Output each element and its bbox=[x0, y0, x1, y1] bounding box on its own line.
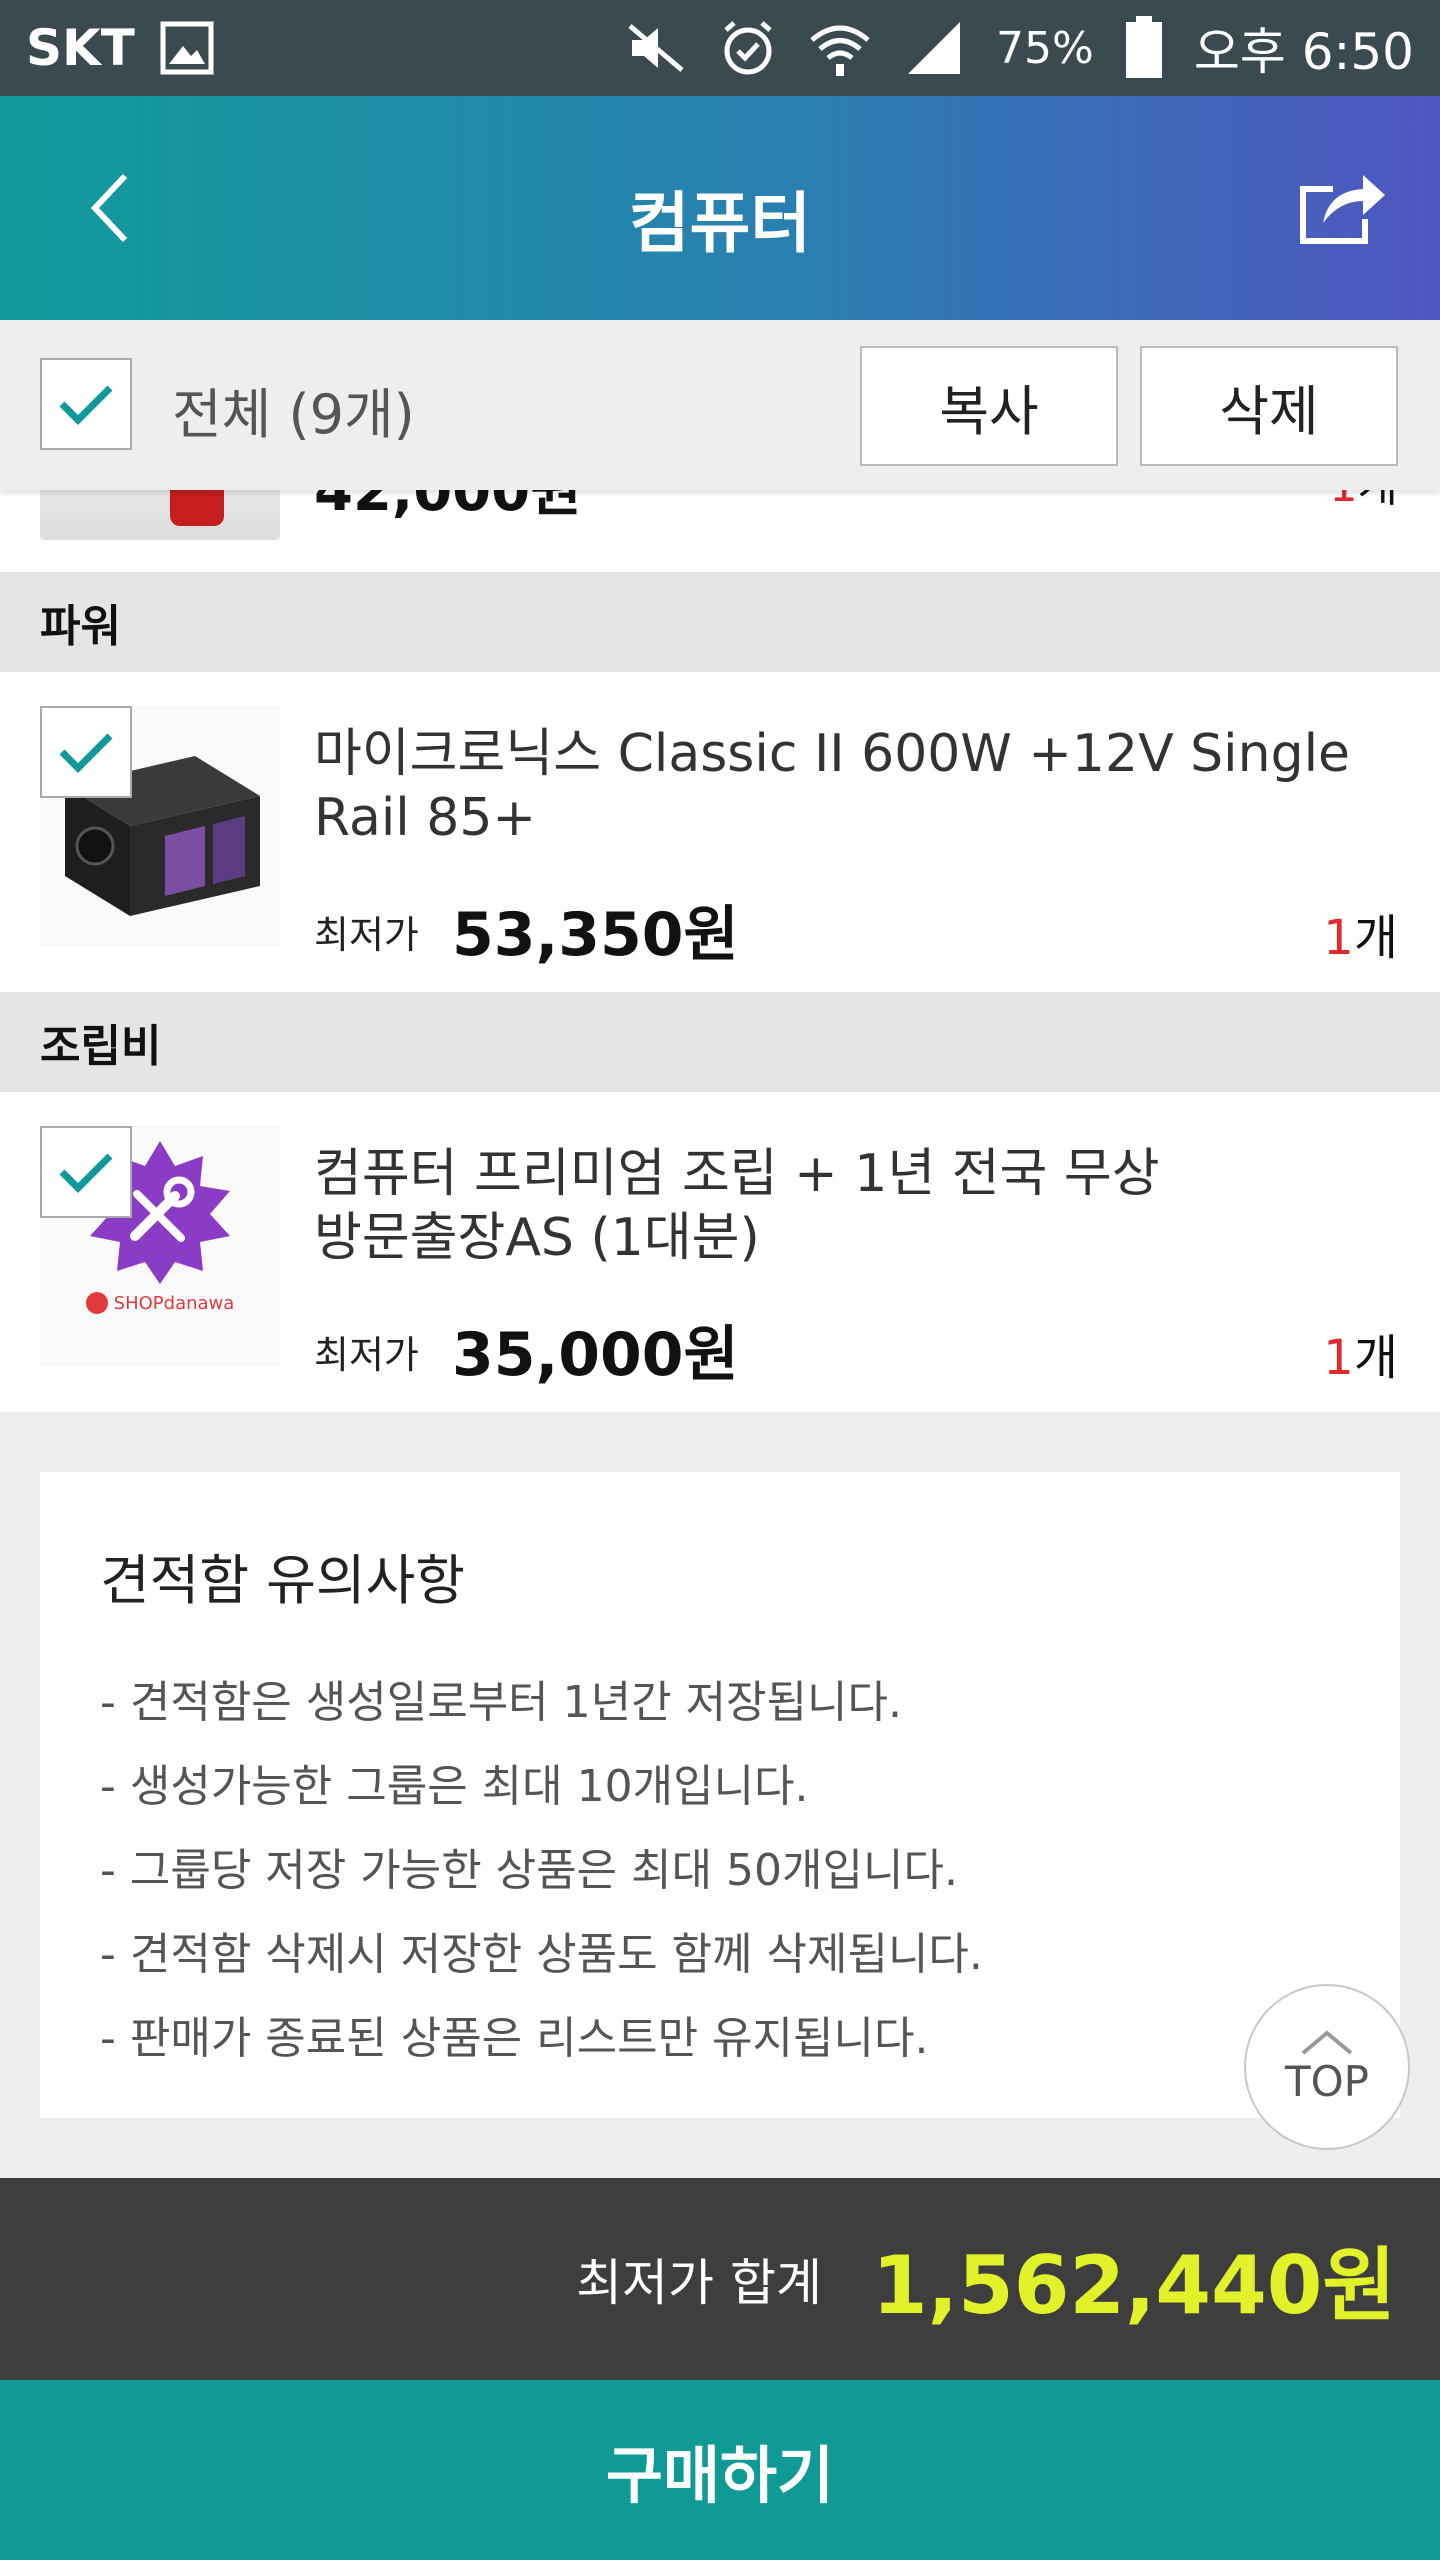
notice-item: - 판매가 종료된 상품은 리스트만 유지됩니다. bbox=[100, 2013, 929, 2064]
share-button[interactable] bbox=[1286, 162, 1396, 252]
price-label: 최저가 bbox=[314, 1333, 419, 1377]
buy-button[interactable]: 구매하기 bbox=[0, 2380, 1440, 2560]
shop-logo-icon bbox=[85, 1292, 108, 1314]
clock: 오후 6:50 bbox=[1193, 23, 1414, 81]
carrier-name: SKT bbox=[26, 19, 135, 77]
notice-item: - 견적함 삭제시 저장한 상품도 함께 삭제됩니다. bbox=[100, 1929, 983, 1980]
delete-button[interactable]: 삭제 bbox=[1140, 346, 1398, 466]
product-name[interactable]: 마이크로닉스 Classic II 600W +12V Single Rail … bbox=[314, 722, 1404, 850]
shop-logo: SHOPdanawa bbox=[85, 1292, 235, 1314]
buy-button-label: 구매하기 bbox=[605, 2439, 835, 2512]
quantity: 1개 bbox=[1330, 490, 1398, 514]
chevron-up-icon bbox=[1301, 2029, 1353, 2055]
alarm-icon bbox=[718, 18, 778, 78]
price-value: 42,000원 bbox=[314, 490, 582, 524]
list-item[interactable]: SHOPdanawa 컴퓨터 프리미엄 조립 + 1년 전국 무상 방문출장AS… bbox=[0, 1092, 1440, 1412]
notice-box: 견적함 유의사항 - 견적함은 생성일로부터 1년간 저장됩니다. - 생성가능… bbox=[40, 1472, 1400, 2118]
signal-icon bbox=[902, 18, 966, 78]
page-title: 컴퓨터 bbox=[628, 185, 812, 262]
select-all-checkbox[interactable] bbox=[40, 358, 132, 450]
gallery-notification-icon bbox=[159, 20, 215, 76]
selection-toolbar: 전체 (9개) 복사 삭제 bbox=[0, 320, 1440, 490]
select-all-label: 전체 (9개) bbox=[172, 383, 415, 446]
copy-button[interactable]: 복사 bbox=[860, 346, 1118, 466]
product-name[interactable]: 컴퓨터 프리미엄 조립 + 1년 전국 무상 방문출장AS (1대분) bbox=[314, 1142, 1214, 1270]
battery-percent: 75% bbox=[996, 22, 1094, 74]
status-bar: SKT 75% 오후 6:50 bbox=[0, 0, 1440, 96]
price-value: 35,000원 bbox=[452, 1320, 739, 1390]
total-value: 1,562,440원 bbox=[871, 2239, 1396, 2332]
shop-logo-text: SHOPdanawa bbox=[113, 1292, 235, 1314]
category-header-assembly: 조립비 bbox=[0, 992, 1440, 1092]
product-thumbnail bbox=[40, 490, 280, 540]
price-label: 최저가 bbox=[314, 913, 419, 957]
check-icon bbox=[59, 1153, 113, 1193]
share-icon bbox=[1300, 175, 1385, 244]
battery-icon bbox=[1124, 16, 1164, 80]
mute-icon bbox=[624, 20, 688, 76]
list-item[interactable]: 마이크로닉스 Classic II 600W +12V Single Rail … bbox=[0, 672, 1440, 992]
quantity[interactable]: 1개 bbox=[1323, 1318, 1398, 1388]
price-value: 53,350원 bbox=[452, 900, 739, 970]
estimate-list[interactable]: 42,000원 1개 파워 마이크로닉스 Classic II 600W +12… bbox=[0, 490, 1440, 1412]
total-label: 최저가 합계 bbox=[576, 2254, 822, 2312]
check-icon bbox=[59, 733, 113, 773]
item-checkbox[interactable] bbox=[40, 706, 132, 798]
scroll-top-label: TOP bbox=[1284, 2056, 1370, 2106]
notice-item: - 견적함은 생성일로부터 1년간 저장됩니다. bbox=[100, 1677, 902, 1728]
notice-item: - 생성가능한 그룹은 최대 10개입니다. bbox=[100, 1761, 809, 1812]
total-bar: 최저가 합계 1,562,440원 bbox=[0, 2178, 1440, 2380]
notice-title: 견적함 유의사항 bbox=[100, 1549, 465, 1612]
item-checkbox[interactable] bbox=[40, 1126, 132, 1218]
wifi-icon bbox=[808, 18, 872, 78]
scroll-top-button[interactable]: TOP bbox=[1244, 1984, 1410, 2150]
quantity[interactable]: 1개 bbox=[1323, 898, 1398, 968]
app-header: 컴퓨터 bbox=[0, 96, 1440, 320]
category-header-power: 파워 bbox=[0, 572, 1440, 672]
list-item-partial[interactable]: 42,000원 1개 bbox=[0, 490, 1440, 572]
check-icon bbox=[59, 385, 113, 425]
notice-item: - 그룹당 저장 가능한 상품은 최대 50개입니다. bbox=[100, 1845, 958, 1896]
